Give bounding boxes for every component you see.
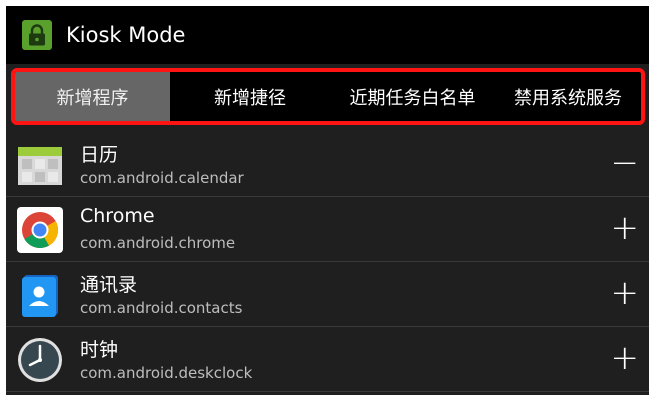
- add-button[interactable]: +: [611, 341, 640, 375]
- contacts-icon: [16, 271, 64, 319]
- app-package: com.android.chrome: [80, 234, 236, 252]
- app-name: 通讯录: [80, 274, 138, 296]
- tab-bar: 新增程序 新增捷径 近期任务白名单 禁用系统服务: [15, 72, 641, 121]
- app-package: com.android.deskclock: [80, 364, 253, 382]
- tabs-highlight-frame: 新增程序 新增捷径 近期任务白名单 禁用系统服务: [11, 68, 645, 125]
- list-item[interactable]: 时钟 com.android.deskclock +: [6, 327, 649, 392]
- add-button[interactable]: +: [611, 276, 640, 310]
- tab-recent-tasks-whitelist[interactable]: 近期任务白名单: [330, 72, 495, 121]
- calendar-icon: [16, 141, 64, 189]
- title-bar: Kiosk Mode: [6, 6, 649, 64]
- tab-disable-system-services[interactable]: 禁用系统服务: [495, 72, 641, 121]
- app-name: 日历: [80, 144, 119, 166]
- lock-icon: [22, 20, 52, 50]
- app-package: com.android.contacts: [80, 299, 243, 317]
- screen: Kiosk Mode 新增程序 新增捷径 近期任务白名单 禁用系统服务 日历 c…: [6, 6, 649, 395]
- tab-label: 禁用系统服务: [514, 87, 622, 109]
- app-package: com.android.calendar: [80, 169, 244, 187]
- app-name: Chrome: [80, 205, 155, 227]
- app-title: Kiosk Mode: [66, 23, 186, 47]
- tab-label: 近期任务白名单: [349, 87, 476, 109]
- tab-add-shortcut[interactable]: 新增捷径: [170, 72, 330, 121]
- tab-label: 新增捷径: [214, 87, 286, 109]
- tab-label: 新增程序: [56, 87, 129, 109]
- list-item[interactable]: Chrome com.android.chrome +: [6, 197, 649, 262]
- chrome-icon: [16, 206, 64, 254]
- list-item[interactable]: 日历 com.android.calendar −: [6, 132, 649, 197]
- remove-button[interactable]: −: [611, 146, 640, 180]
- list-item[interactable]: 通讯录 com.android.contacts +: [6, 262, 649, 327]
- clock-icon: [16, 336, 64, 384]
- tab-add-app[interactable]: 新增程序: [15, 72, 170, 121]
- add-button[interactable]: +: [611, 211, 640, 245]
- app-name: 时钟: [80, 339, 119, 361]
- app-list: 日历 com.android.calendar − Chrome com.and…: [6, 132, 649, 392]
